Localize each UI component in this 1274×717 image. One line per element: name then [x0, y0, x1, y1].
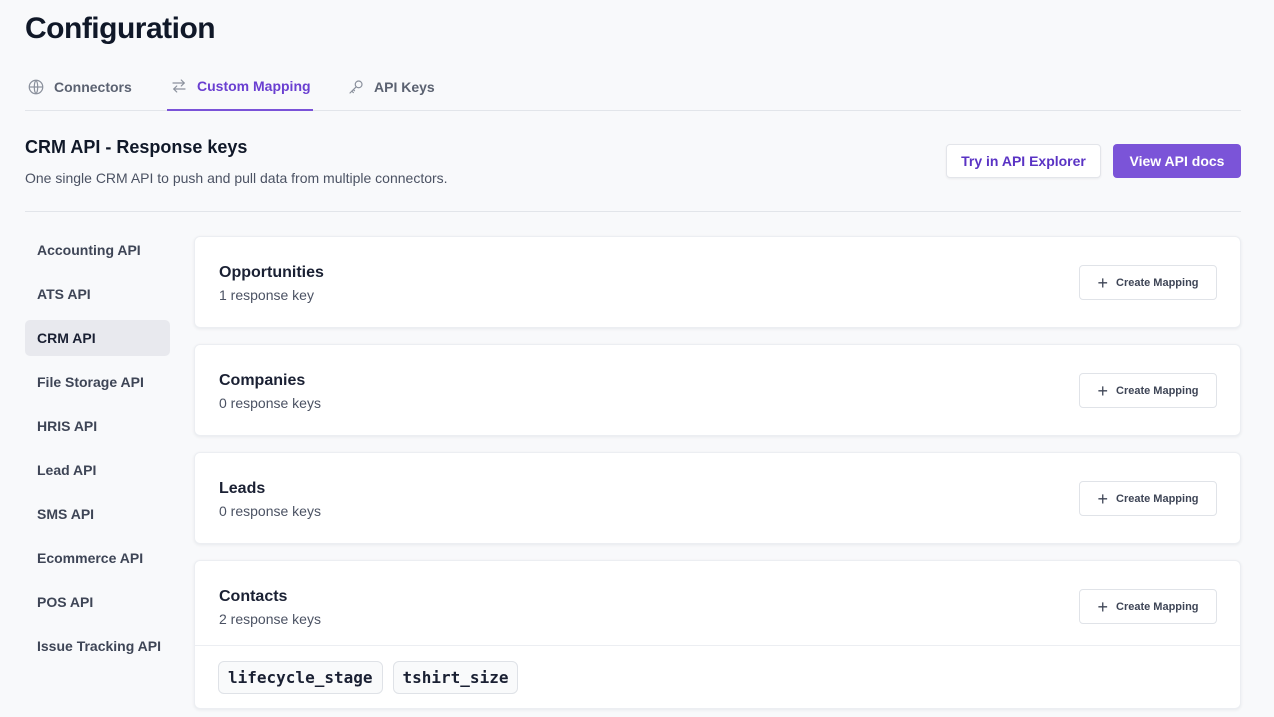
- configuration-page: Configuration Connectors Custom Mapping …: [25, 0, 1241, 717]
- create-mapping-button[interactable]: + Create Mapping: [1079, 589, 1217, 624]
- plus-icon: +: [1097, 380, 1108, 401]
- button-label: Create Mapping: [1116, 600, 1199, 613]
- button-label: Create Mapping: [1116, 384, 1199, 397]
- response-key-list: lifecycle_stage tshirt_size: [218, 661, 519, 694]
- card-divider: [195, 645, 1240, 646]
- tab-custom-mapping[interactable]: Custom Mapping: [167, 62, 313, 111]
- create-mapping-button[interactable]: + Create Mapping: [1079, 481, 1217, 516]
- key-icon: [349, 79, 363, 94]
- plus-icon: +: [1097, 272, 1108, 293]
- sidebar-item-issue-tracking-api[interactable]: Issue Tracking API: [25, 628, 170, 664]
- create-mapping-button[interactable]: + Create Mapping: [1079, 373, 1217, 408]
- response-key-count: 0 response keys: [219, 503, 321, 519]
- response-key-chip[interactable]: tshirt_size: [392, 661, 519, 694]
- response-key-chip[interactable]: lifecycle_stage: [218, 661, 383, 694]
- tab-connectors[interactable]: Connectors: [27, 62, 139, 111]
- resource-card-companies: Companies 0 response keys + Create Mappi…: [194, 344, 1241, 436]
- sidebar-item-file-storage-api[interactable]: File Storage API: [25, 364, 170, 400]
- globe-icon: [28, 79, 44, 94]
- card-title: Opportunities: [219, 264, 324, 281]
- sidebar-item-ecommerce-api[interactable]: Ecommerce API: [25, 540, 170, 576]
- sidebar-item-ats-api[interactable]: ATS API: [25, 276, 170, 312]
- sidebar-item-crm-api[interactable]: CRM API: [25, 320, 170, 356]
- tab-bar: Connectors Custom Mapping API Keys: [25, 62, 1241, 111]
- tab-label: Custom Mapping: [197, 77, 311, 94]
- page-title: Configuration: [25, 12, 216, 45]
- sidebar-item-sms-api[interactable]: SMS API: [25, 496, 170, 532]
- sidebar-item-hris-api[interactable]: HRIS API: [25, 408, 170, 444]
- view-api-docs-button[interactable]: View API docs: [1113, 144, 1241, 178]
- resource-card-leads: Leads 0 response keys + Create Mapping: [194, 452, 1241, 544]
- plus-icon: +: [1097, 596, 1108, 617]
- sidebar-item-accounting-api[interactable]: Accounting API: [25, 232, 170, 268]
- button-label: Create Mapping: [1116, 276, 1199, 289]
- sidebar-item-pos-api[interactable]: POS API: [25, 584, 170, 620]
- resource-card-contacts: Contacts 2 response keys + Create Mappin…: [194, 560, 1241, 709]
- sidebar-item-lead-api[interactable]: Lead API: [25, 452, 170, 488]
- resource-card-opportunities: Opportunities 1 response key + Create Ma…: [194, 236, 1241, 328]
- section-title: CRM API - Response keys: [25, 137, 248, 157]
- tab-label: API Keys: [374, 78, 435, 95]
- try-api-explorer-button[interactable]: Try in API Explorer: [946, 144, 1101, 178]
- tab-label: Connectors: [54, 78, 132, 95]
- card-title: Contacts: [219, 588, 288, 605]
- tab-api-keys[interactable]: API Keys: [347, 62, 447, 111]
- create-mapping-button[interactable]: + Create Mapping: [1079, 265, 1217, 300]
- response-key-count: 1 response key: [219, 287, 314, 303]
- swap-arrows-icon: [172, 78, 186, 93]
- api-sidebar: Accounting API ATS API CRM API File Stor…: [25, 232, 170, 672]
- plus-icon: +: [1097, 488, 1108, 509]
- response-key-count: 2 response keys: [219, 611, 321, 627]
- section-header: CRM API - Response keys One single CRM A…: [25, 136, 1241, 212]
- section-subtitle: One single CRM API to push and pull data…: [25, 170, 448, 186]
- card-title: Leads: [219, 480, 266, 497]
- response-key-count: 0 response keys: [219, 395, 321, 411]
- button-label: Create Mapping: [1116, 492, 1199, 505]
- card-title: Companies: [219, 372, 306, 389]
